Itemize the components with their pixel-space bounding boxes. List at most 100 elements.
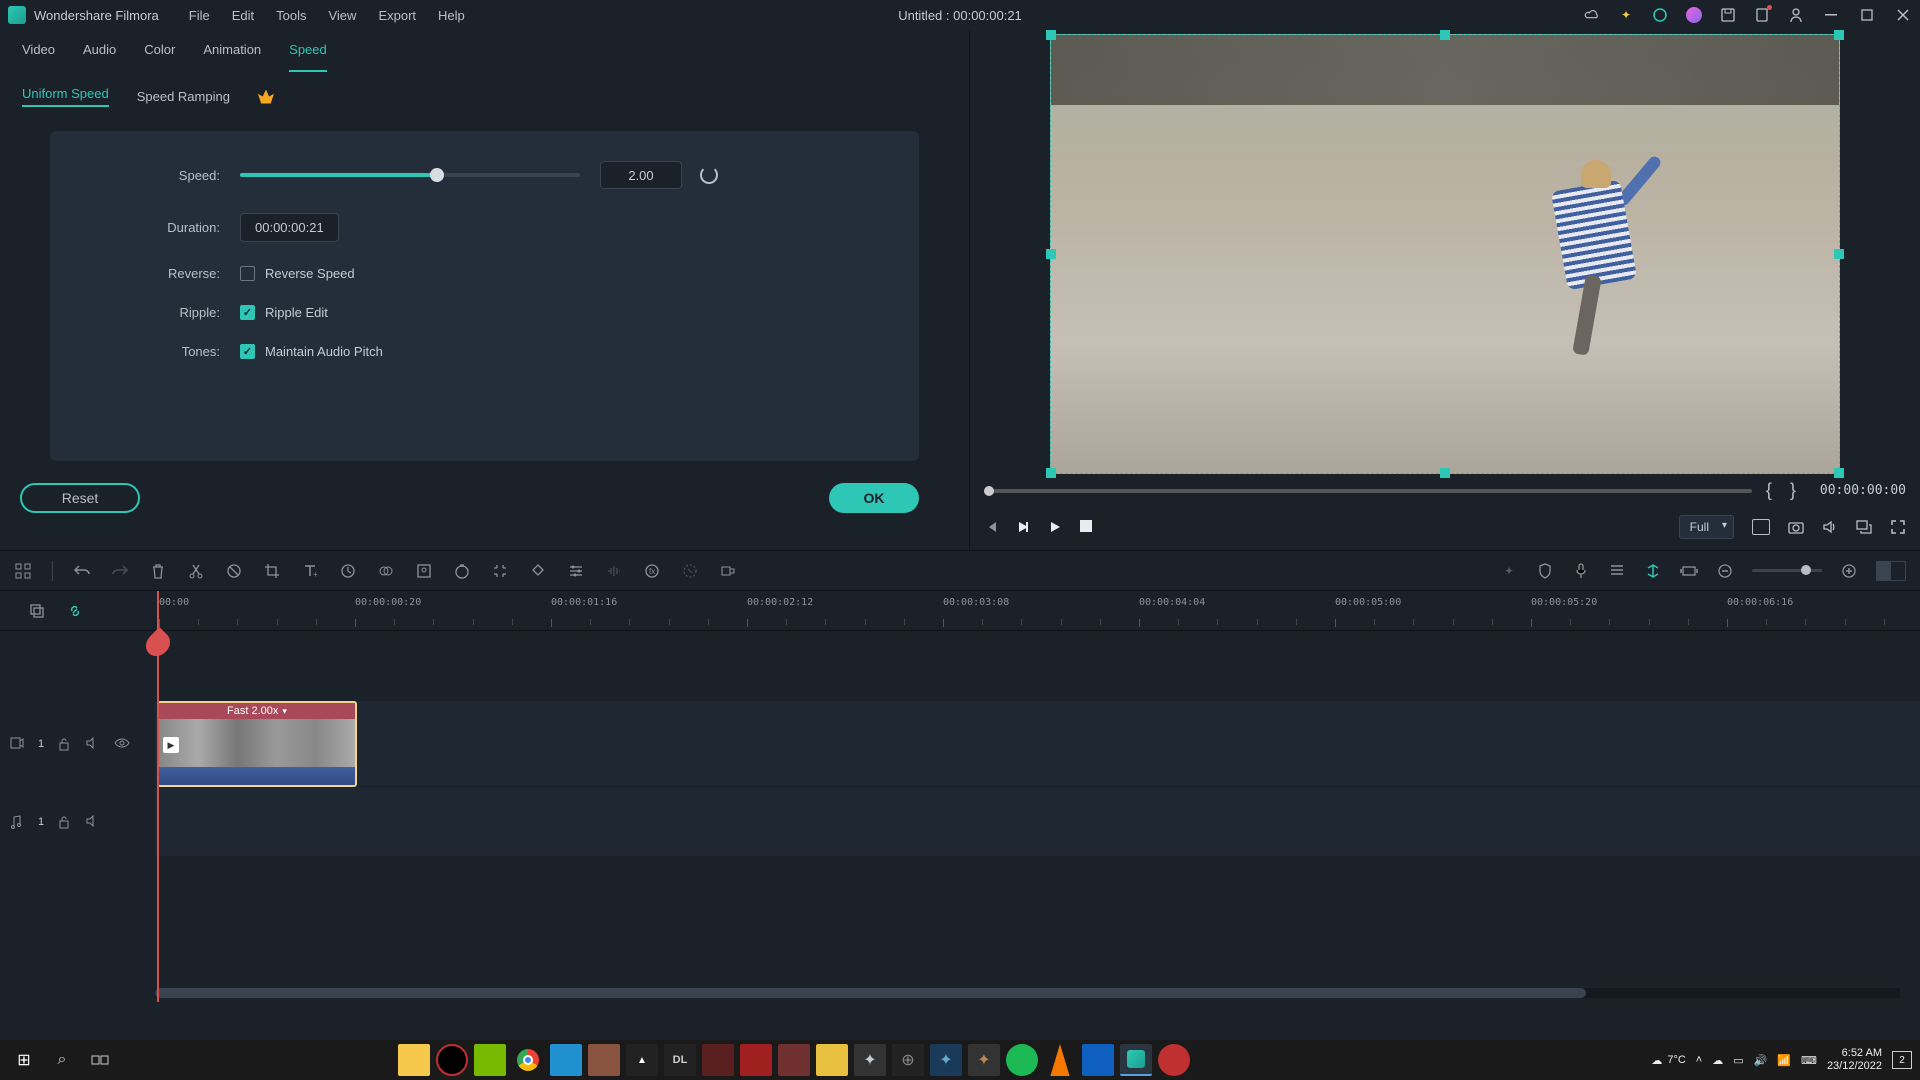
green-screen-icon[interactable] <box>415 562 433 580</box>
timeline-tracks[interactable]: 00:0000:00:00:2000:00:01:1600:00:02:1200… <box>155 591 1920 1002</box>
app-icon[interactable] <box>702 1044 734 1076</box>
speed-tool-icon[interactable] <box>339 562 357 580</box>
app-icon[interactable] <box>550 1044 582 1076</box>
resize-handle-icon[interactable] <box>1046 249 1056 259</box>
vlc-icon[interactable] <box>1044 1044 1076 1076</box>
tray-language-icon[interactable]: ⌨ <box>1801 1054 1817 1067</box>
task-view-icon[interactable] <box>84 1044 116 1076</box>
app-icon[interactable] <box>474 1044 506 1076</box>
app-icon[interactable]: ⊕ <box>892 1044 924 1076</box>
tray-wifi-icon[interactable]: 📶 <box>1777 1054 1791 1067</box>
video-clip[interactable]: Fast 2.00x ▶ <box>157 701 357 787</box>
menu-tools[interactable]: Tools <box>276 8 306 23</box>
file-explorer-icon[interactable] <box>398 1044 430 1076</box>
menu-edit[interactable]: Edit <box>232 8 254 23</box>
resize-handle-icon[interactable] <box>1440 30 1450 40</box>
app-icon[interactable]: ▲ <box>626 1044 658 1076</box>
account-icon[interactable] <box>1788 7 1804 23</box>
undo-icon[interactable] <box>73 562 91 580</box>
close-button[interactable] <box>1894 6 1912 24</box>
duration-tool-icon[interactable] <box>453 562 471 580</box>
display-mode-icon[interactable] <box>1752 519 1770 535</box>
subtab-speed-ramping[interactable]: Speed Ramping <box>137 89 230 104</box>
keyframe-tool-icon[interactable] <box>491 562 509 580</box>
speed-reset-icon[interactable] <box>700 166 718 184</box>
lock-icon[interactable] <box>58 737 72 751</box>
resize-handle-icon[interactable] <box>1440 468 1450 478</box>
reverse-checkbox[interactable] <box>240 266 255 281</box>
notification-center-icon[interactable]: 2 <box>1892 1051 1912 1069</box>
audio-track[interactable] <box>155 787 1920 857</box>
app-icon[interactable]: ✦ <box>930 1044 962 1076</box>
tab-audio[interactable]: Audio <box>83 42 116 72</box>
system-clock[interactable]: 6:52 AM 23/12/2022 <box>1827 1047 1882 1073</box>
play-button[interactable] <box>1048 520 1062 534</box>
visibility-icon[interactable] <box>114 737 128 751</box>
support-icon[interactable] <box>1652 7 1668 23</box>
zoom-in-icon[interactable] <box>1840 562 1858 580</box>
subtab-uniform-speed[interactable]: Uniform Speed <box>22 86 109 107</box>
motion-tracking-icon[interactable] <box>681 562 699 580</box>
menu-export[interactable]: Export <box>378 8 416 23</box>
snapshot-icon[interactable] <box>1788 519 1804 535</box>
video-track[interactable]: Fast 2.00x ▶ <box>155 701 1920 787</box>
shield-icon[interactable] <box>1536 562 1554 580</box>
duplicate-icon[interactable] <box>28 602 46 620</box>
filmora-taskbar-icon[interactable] <box>1120 1044 1152 1076</box>
delete-icon[interactable] <box>149 562 167 580</box>
speed-value-input[interactable]: 2.00 <box>600 161 682 189</box>
split-icon[interactable] <box>187 562 205 580</box>
app-icon[interactable]: ✦ <box>968 1044 1000 1076</box>
menu-view[interactable]: View <box>328 8 356 23</box>
audio-tool-icon[interactable] <box>605 562 623 580</box>
app-icon[interactable] <box>778 1044 810 1076</box>
resize-handle-icon[interactable] <box>1046 30 1056 40</box>
scrubber-thumb[interactable] <box>984 486 994 496</box>
tab-video[interactable]: Video <box>22 42 55 72</box>
mute-icon[interactable] <box>86 737 100 751</box>
timeline-view-toggle[interactable] <box>1876 561 1906 581</box>
app-icon[interactable] <box>740 1044 772 1076</box>
tab-speed[interactable]: Speed <box>289 42 327 72</box>
clip-speed-badge[interactable]: Fast 2.00x <box>159 703 355 719</box>
tab-animation[interactable]: Animation <box>203 42 261 72</box>
chrome-icon[interactable] <box>512 1044 544 1076</box>
app-icon[interactable] <box>588 1044 620 1076</box>
tab-color[interactable]: Color <box>144 42 175 72</box>
voiceover-icon[interactable] <box>1572 562 1590 580</box>
cloud-icon[interactable] <box>1584 7 1600 23</box>
tones-checkbox[interactable] <box>240 344 255 359</box>
preview-scrubber[interactable] <box>984 489 1752 493</box>
resize-handle-icon[interactable] <box>1046 468 1056 478</box>
mark-out-button[interactable]: } <box>1786 480 1800 501</box>
disable-icon[interactable] <box>225 562 243 580</box>
adjust-icon[interactable] <box>567 562 585 580</box>
search-icon[interactable]: ⌕ <box>46 1044 78 1076</box>
fullscreen-icon[interactable] <box>1890 519 1906 535</box>
zoom-slider-thumb[interactable] <box>1801 565 1811 575</box>
app-icon[interactable] <box>1082 1044 1114 1076</box>
playhead[interactable] <box>157 591 159 1002</box>
save-icon[interactable] <box>1720 7 1736 23</box>
notification-icon[interactable] <box>1754 7 1770 23</box>
timeline-ruler[interactable]: 00:0000:00:00:2000:00:01:1600:00:02:1200… <box>155 591 1920 631</box>
zoom-slider[interactable] <box>1752 569 1822 572</box>
preview-quality-select[interactable]: Full <box>1679 515 1734 539</box>
tray-battery-icon[interactable]: ▭ <box>1733 1054 1743 1067</box>
color-match-icon[interactable] <box>377 562 395 580</box>
speed-slider-thumb[interactable] <box>430 168 444 182</box>
video-preview[interactable] <box>1050 34 1840 474</box>
link-icon[interactable] <box>66 602 84 620</box>
mute-icon[interactable] <box>86 815 100 829</box>
effect-tool-icon[interactable]: fx <box>643 562 661 580</box>
maximize-button[interactable] <box>1858 6 1876 24</box>
volume-icon[interactable] <box>1822 519 1838 535</box>
play-pause-button[interactable] <box>1016 520 1030 534</box>
zoom-to-fit-icon[interactable] <box>1680 562 1698 580</box>
mask-tool-icon[interactable] <box>529 562 547 580</box>
render-preview-icon[interactable]: ✦ <box>1500 562 1518 580</box>
timeline-h-scrollbar[interactable] <box>155 988 1900 998</box>
prev-frame-button[interactable] <box>984 520 998 534</box>
avatar-icon[interactable] <box>1686 7 1702 23</box>
resize-handle-icon[interactable] <box>1834 468 1844 478</box>
